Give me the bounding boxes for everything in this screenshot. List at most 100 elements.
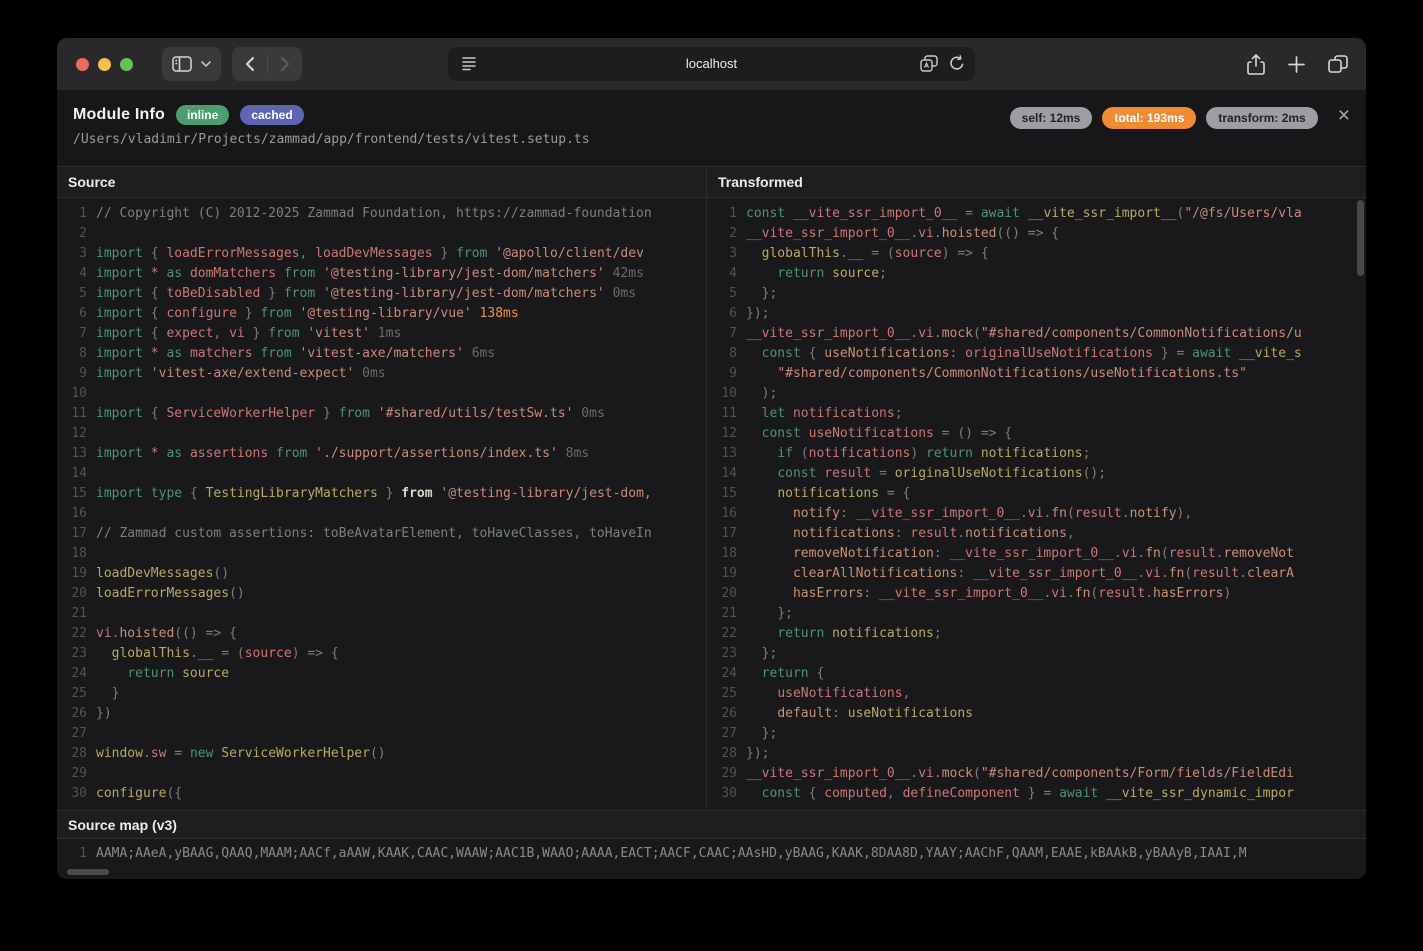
reload-icon[interactable] (949, 55, 965, 72)
code-line: 25 useNotifications, (707, 684, 1366, 704)
code-line: 12 const useNotifications = () => { (707, 424, 1366, 444)
transform-time-badge: transform: 2ms (1206, 107, 1317, 129)
new-tab-icon[interactable] (1288, 56, 1305, 73)
code-line: 1// Copyright (C) 2012-2025 Zammad Found… (57, 204, 706, 224)
code-line: 23 globalThis.__ = (source) => { (57, 644, 706, 664)
code-line: 7import { expect, vi } from 'vitest' 1ms (57, 324, 706, 344)
code-line: 28}); (707, 744, 1366, 764)
transformed-panel-title: Transformed (707, 167, 1366, 197)
code-line: 1AAMA;AAeA,yBAAG,QAAQ,MAAM;AACf,aAAW,KAA… (57, 844, 1366, 864)
share-icon[interactable] (1247, 54, 1265, 75)
code-line: 19loadDevMessages() (57, 564, 706, 584)
code-line: 10 ); (707, 384, 1366, 404)
code-line: 26 default: useNotifications (707, 704, 1366, 724)
code-line: 2__vite_ssr_import_0__.vi.hoisted(() => … (707, 224, 1366, 244)
code-line: 13 if (notifications) return notificatio… (707, 444, 1366, 464)
vertical-scrollbar-thumb[interactable] (1357, 200, 1364, 276)
inline-badge: inline (176, 105, 229, 125)
transformed-code: 1const __vite_ssr_import_0__ = await __v… (707, 204, 1366, 804)
sidebar-icon (172, 56, 192, 72)
zoom-window-button[interactable] (120, 58, 133, 71)
code-line: 4 return source; (707, 264, 1366, 284)
code-line: 19 clearAllNotifications: __vite_ssr_imp… (707, 564, 1366, 584)
chevron-down-icon (201, 61, 211, 67)
tabs-overview-icon[interactable] (1328, 55, 1348, 73)
panel-headers: Source Transformed (57, 166, 1366, 198)
code-line: 17// Zammad custom assertions: toBeAvata… (57, 524, 706, 544)
cached-badge: cached (240, 105, 303, 125)
code-line: 4import * as domMatchers from '@testing-… (57, 264, 706, 284)
code-line: 17 notifications: result.notifications, (707, 524, 1366, 544)
transformed-code-pane[interactable]: 1const __vite_ssr_import_0__ = await __v… (707, 198, 1366, 810)
code-line: 20loadErrorMessages() (57, 584, 706, 604)
code-line: 22vi.hoisted(() => { (57, 624, 706, 644)
code-line: 12 (57, 424, 706, 444)
code-line: 11import { ServiceWorkerHelper } from '#… (57, 404, 706, 424)
minimize-window-button[interactable] (98, 58, 111, 71)
forward-button[interactable] (280, 56, 290, 72)
history-nav (232, 47, 302, 81)
code-line: 25 } (57, 684, 706, 704)
code-line: 5import { toBeDisabled } from '@testing-… (57, 284, 706, 304)
sourcemap-title: Source map (v3) (57, 810, 1366, 839)
code-line: 3 globalThis.__ = (source) => { (707, 244, 1366, 264)
code-line: 27 (57, 724, 706, 744)
code-line: 21 (57, 604, 706, 624)
code-line: 8import * as matchers from 'vitest-axe/m… (57, 344, 706, 364)
address-bar[interactable]: localhost (448, 47, 975, 81)
code-line: 14 const result = originalUseNotificatio… (707, 464, 1366, 484)
code-panels: 1// Copyright (C) 2012-2025 Zammad Found… (57, 198, 1366, 810)
code-line: 28window.sw = new ServiceWorkerHelper() (57, 744, 706, 764)
code-line: 26}) (57, 704, 706, 724)
code-line: 16 (57, 504, 706, 524)
self-time-badge: self: 12ms (1010, 107, 1093, 129)
translate-icon[interactable] (920, 55, 939, 72)
page-title: Module Info (73, 106, 165, 124)
code-line: 22 return notifications; (707, 624, 1366, 644)
code-line: 29__vite_ssr_import_0__.vi.mock("#shared… (707, 764, 1366, 784)
close-window-button[interactable] (76, 58, 89, 71)
module-path: /Users/vladimir/Projects/zammad/app/fron… (73, 132, 590, 147)
code-line: 5 }; (707, 284, 1366, 304)
close-icon[interactable]: × (1338, 105, 1350, 126)
code-line: 16 notify: __vite_ssr_import_0__.vi.fn(r… (707, 504, 1366, 524)
code-line: 6}); (707, 304, 1366, 324)
sidebar-toggle-button[interactable] (162, 47, 221, 81)
horizontal-scrollbar-thumb[interactable] (67, 869, 109, 875)
code-line: 30configure({ (57, 784, 706, 804)
source-panel-title: Source (57, 167, 707, 197)
code-line: 15 notifications = { (707, 484, 1366, 504)
code-line: 8 const { useNotifications: originalUseN… (707, 344, 1366, 364)
sourcemap-code: 1AAMA;AAeA,yBAAG,QAAQ,MAAM;AACf,aAAW,KAA… (57, 844, 1366, 864)
code-line: 15import type { TestingLibraryMatchers }… (57, 484, 706, 504)
url-text: localhost (448, 47, 975, 81)
code-line: 18 removeNotification: __vite_ssr_import… (707, 544, 1366, 564)
code-line: 18 (57, 544, 706, 564)
browser-window: localhost (57, 38, 1366, 879)
traffic-lights (76, 58, 133, 71)
total-time-badge: total: 193ms (1102, 107, 1196, 129)
code-line: 1const __vite_ssr_import_0__ = await __v… (707, 204, 1366, 224)
code-line: 27 }; (707, 724, 1366, 744)
code-line: 9import 'vitest-axe/extend-expect' 0ms (57, 364, 706, 384)
code-line: 3import { loadErrorMessages, loadDevMess… (57, 244, 706, 264)
code-line: 6import { configure } from '@testing-lib… (57, 304, 706, 324)
code-line: 11 let notifications; (707, 404, 1366, 424)
code-line: 24 return { (707, 664, 1366, 684)
code-line: 23 }; (707, 644, 1366, 664)
code-line: 2 (57, 224, 706, 244)
module-info-header: Module Info inline cached /Users/vladimi… (57, 90, 1366, 166)
nav-divider (267, 55, 268, 73)
code-line: 29 (57, 764, 706, 784)
code-line: 14 (57, 464, 706, 484)
back-button[interactable] (245, 56, 255, 72)
code-line: 7__vite_ssr_import_0__.vi.mock("#shared/… (707, 324, 1366, 344)
browser-toolbar: localhost (57, 38, 1366, 90)
code-line: 9 "#shared/components/CommonNotification… (707, 364, 1366, 384)
source-code-pane[interactable]: 1// Copyright (C) 2012-2025 Zammad Found… (57, 198, 707, 810)
code-line: 13import * as assertions from './support… (57, 444, 706, 464)
sourcemap-pane[interactable]: 1AAMA;AAeA,yBAAG,QAAQ,MAAM;AACf,aAAW,KAA… (57, 839, 1366, 879)
code-line: 21 }; (707, 604, 1366, 624)
code-line: 20 hasErrors: __vite_ssr_import_0__.vi.f… (707, 584, 1366, 604)
code-line: 10 (57, 384, 706, 404)
